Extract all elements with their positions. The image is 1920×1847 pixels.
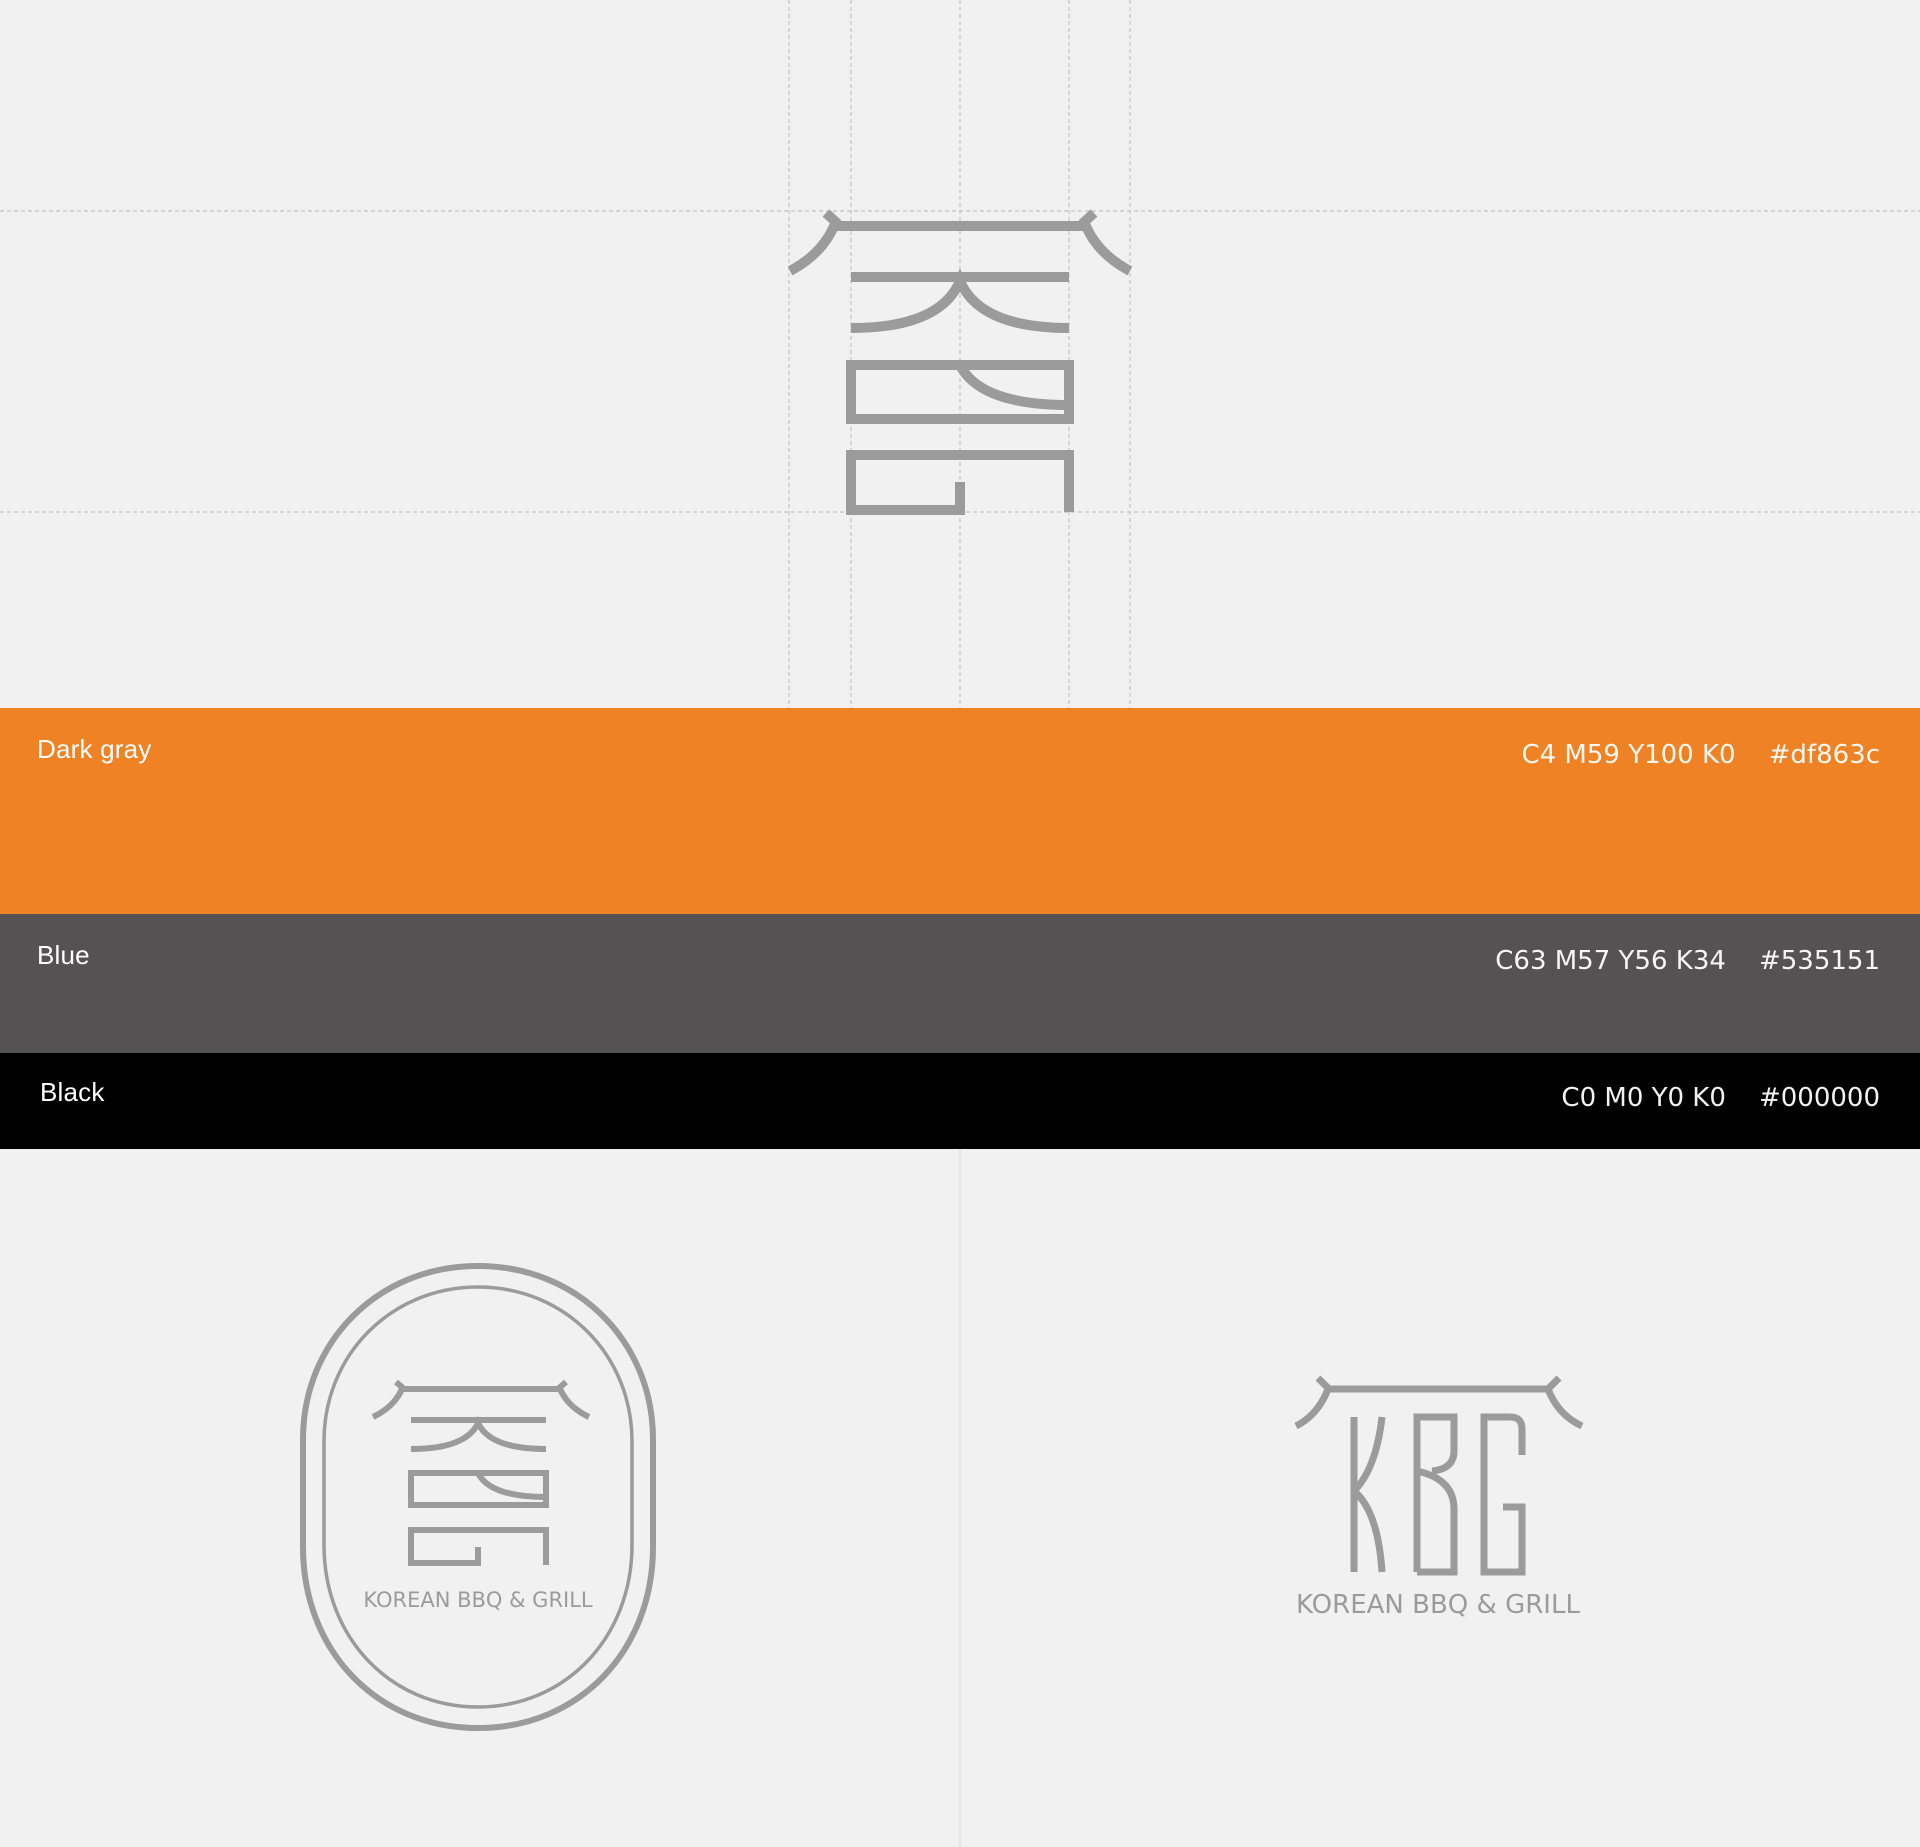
letter-b [1413,1413,1458,1576]
badge-logo-panel: KOREAN BBQ & GRILL [0,1149,958,1847]
letter-k [1350,1416,1386,1573]
construction-grid-canvas [0,0,1920,708]
swatch-spec: C4 M59 Y100 K0 #df863c [1521,740,1880,770]
letter-g [1480,1413,1526,1576]
swatch-blue: Blue C63 M57 Y56 K34 #535151 [0,914,1920,1053]
swatch-spec: C0 M0 Y0 K0 #000000 [1561,1083,1880,1113]
badge-monogram-icon [371,1379,591,1566]
kbg-badge-logo [300,1262,656,1732]
swatch-name: Blue [37,940,90,970]
panel-divider [959,1149,961,1847]
logo-construction-grid [0,0,1920,708]
wordmark-logo-panel: KOREAN BBQ & GRILL [962,1149,1920,1847]
kbg-monogram-icon [787,209,1133,515]
badge-tagline: KOREAN BBQ & GRILL [363,1588,593,1612]
swatch-name: Black [40,1077,105,1107]
wordmark-tagline: KOREAN BBQ & GRILL [1296,1590,1580,1620]
logo-variations: KOREAN BBQ & GRILL KOREAN BBQ & GRILL [0,1149,1920,1847]
guide-lines [0,0,1920,708]
swatch-name: Dark gray [37,734,152,764]
badge-outer-ring [300,1262,656,1732]
roof-tip-left [1315,1375,1331,1391]
kbg-wordmark-logo [1294,1375,1584,1576]
roof-tip-right [1546,1375,1562,1391]
swatch-dark-gray: Dark gray C4 M59 Y100 K0 #df863c [0,708,1920,914]
swatch-black: Black C0 M0 Y0 K0 #000000 [0,1053,1920,1149]
badge-inner-ring [322,1285,634,1709]
swatch-spec: C63 M57 Y56 K34 #535151 [1495,946,1880,976]
